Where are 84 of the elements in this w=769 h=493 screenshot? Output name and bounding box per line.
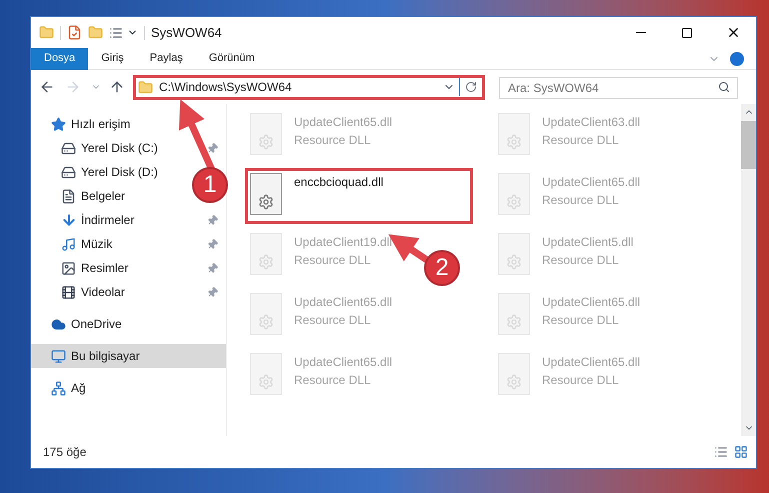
sidebar-label: İndirmeler (81, 212, 136, 229)
sidebar-label: OneDrive (71, 316, 123, 333)
back-icon[interactable] (39, 79, 55, 95)
maximize-icon (681, 26, 693, 38)
drive-icon (61, 164, 76, 180)
file-name: UpdateClient65.dll (294, 294, 392, 311)
ribbon-tab[interactable]: Dosya (31, 48, 88, 70)
folder-icon (138, 80, 153, 94)
file-icon (498, 353, 530, 395)
refresh-icon[interactable] (465, 81, 477, 93)
drive-icon (61, 140, 76, 156)
sidebar-item[interactable]: Videolar (31, 280, 226, 304)
ribbon-tab[interactable]: Paylaş (136, 48, 196, 70)
sidebar-label: Ağ (71, 380, 87, 397)
sidebar-item[interactable]: İndirmeler (31, 208, 226, 232)
file-name: UpdateClient63.dll (542, 114, 640, 131)
file-name: UpdateClient5.dll (542, 234, 634, 251)
network-icon (51, 380, 66, 396)
file-type: Resource DLL (294, 252, 372, 269)
sidebar-item[interactable]: Yerel Disk (D:) (31, 160, 170, 184)
scrollbar-track[interactable] (741, 104, 756, 436)
music-note-icon (61, 236, 76, 252)
file-name: UpdateClient65.dll (542, 354, 640, 371)
address-bar[interactable]: C:\Windows\SysWOW64 (133, 74, 485, 100)
details-view-icon[interactable] (714, 445, 728, 459)
up-icon[interactable] (109, 79, 125, 95)
scrollbar-thumb[interactable] (741, 121, 756, 169)
file-name: UpdateClient65.dll (542, 294, 640, 311)
file-type: Resource DLL (542, 372, 620, 389)
file-name: UpdateClient65.dll (294, 354, 392, 371)
search-field[interactable]: Ara: SysWOW64 (499, 77, 738, 99)
sidebar-item[interactable]: Yerel Disk (C:) (31, 136, 226, 160)
window-title: SysWOW64 (151, 24, 222, 42)
file-name: enccbcioquad.dll (294, 174, 384, 191)
file-icon (498, 113, 530, 155)
properties-icon[interactable] (67, 25, 82, 40)
file-type: Resource DLL (294, 312, 372, 329)
ribbon-tab[interactable]: Giriş (88, 48, 137, 70)
picture-icon (61, 260, 76, 276)
file-name: UpdateClient65.dll (542, 174, 640, 191)
file-icon (250, 293, 282, 335)
ribbon-tab[interactable]: Görünüm (196, 48, 268, 70)
sidebar-item[interactable]: OneDrive (31, 312, 134, 336)
sidebar-label: Bu bilgisayar (71, 348, 141, 365)
minimize-icon (636, 32, 646, 33)
document-icon (61, 188, 76, 204)
sidebar-label: Videolar (81, 284, 126, 301)
sidebar-item[interactable]: Hızlı erişim (31, 112, 142, 136)
file-type: Resource DLL (542, 252, 620, 269)
file-icon (250, 173, 282, 215)
sidebar-label: Hızlı erişim (71, 116, 132, 133)
file-icon (250, 113, 282, 155)
file-type: Resource DLL (294, 372, 372, 389)
file-icon (250, 233, 282, 275)
sidebar-label: Resimler (81, 260, 130, 277)
file-name: UpdateClient65.dll (294, 114, 392, 131)
file-type: Resource DLL (542, 312, 620, 329)
search-icon (718, 81, 730, 93)
item-count: 175 öğe (43, 444, 86, 461)
large-icons-view-icon[interactable] (734, 445, 748, 459)
sidebar-item[interactable]: Belgeler (31, 184, 138, 208)
sidebar-item[interactable]: Bu bilgisayar (31, 344, 226, 368)
sidebar-label: Belgeler (81, 188, 126, 205)
file-name: UpdateClient19.dll (294, 234, 392, 251)
file-icon (498, 233, 530, 275)
address-path: C:\Windows\SysWOW64 (159, 79, 293, 96)
file-icon (250, 353, 282, 395)
sidebar-label: Yerel Disk (D:) (81, 164, 159, 181)
file-icon (498, 293, 530, 335)
sidebar-label: Yerel Disk (C:) (81, 140, 159, 157)
sidebar-item[interactable]: Ağ (31, 376, 98, 400)
file-type: Resource DLL (542, 192, 620, 209)
sidebar-item[interactable]: Resimler (31, 256, 226, 280)
file-type: Resource DLL (294, 132, 372, 149)
cloud-icon (51, 316, 66, 332)
view-icon[interactable] (109, 26, 123, 40)
sidebar-label: Müzik (81, 236, 114, 253)
file-item[interactable]: enccbcioquad.dll (245, 168, 473, 224)
film-icon (61, 284, 76, 300)
sidebar-item[interactable]: Müzik (31, 232, 226, 256)
file-icon (498, 173, 530, 215)
star-icon (51, 116, 66, 132)
monitor-icon (51, 348, 66, 364)
file-type: Resource DLL (542, 132, 620, 149)
